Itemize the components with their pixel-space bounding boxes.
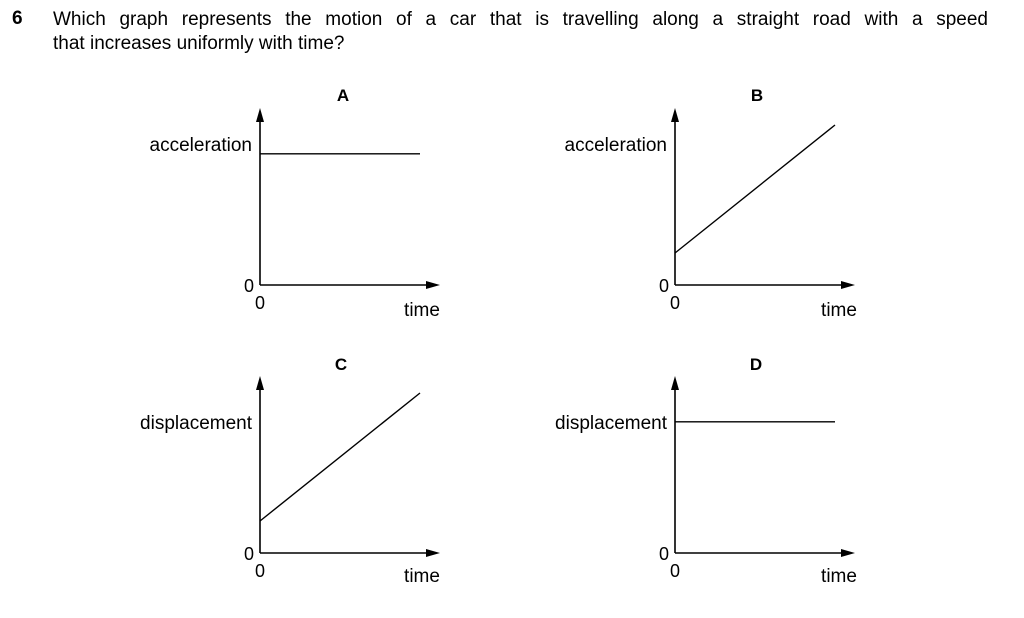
- y-axis-arrow: [671, 108, 679, 122]
- y-axis-arrow: [671, 376, 679, 390]
- y-axis-arrow: [256, 376, 264, 390]
- series-line: [259, 392, 421, 522]
- y-axis-arrow: [256, 108, 264, 122]
- x-axis-label: time: [821, 300, 857, 321]
- graph-title: B: [751, 86, 763, 105]
- y-axis-label: displacement: [555, 413, 668, 434]
- x-axis-label: time: [404, 300, 440, 321]
- y-origin-label: 0: [659, 276, 669, 296]
- graph-a: Aacceleration time 00: [150, 86, 440, 321]
- graph-c: Cdisplacement time 00: [140, 355, 440, 587]
- y-origin-label: 0: [659, 544, 669, 564]
- y-origin-label: 0: [244, 544, 254, 564]
- graph-title: C: [335, 355, 347, 374]
- x-origin-label: 0: [670, 561, 680, 581]
- x-axis-arrow: [841, 549, 855, 557]
- graph-b: Bacceleration time 00: [565, 86, 857, 321]
- x-axis-label: time: [404, 566, 440, 587]
- x-axis-arrow: [426, 549, 440, 557]
- x-axis-arrow: [841, 281, 855, 289]
- answer-graphs: Aaccelerationtime00Baccelerationtime00Cd…: [140, 86, 857, 587]
- x-axis-label: time: [821, 566, 857, 587]
- graph-title: A: [337, 86, 349, 105]
- graph-title: D: [750, 355, 762, 374]
- graph-d: Ddisplacement time 00: [555, 355, 857, 587]
- x-origin-label: 0: [670, 293, 680, 313]
- series-line: [674, 124, 836, 254]
- y-axis-label: acceleration: [150, 135, 252, 156]
- x-origin-label: 0: [255, 293, 265, 313]
- x-axis-arrow: [426, 281, 440, 289]
- x-origin-label: 0: [255, 561, 265, 581]
- y-axis-label: displacement: [140, 413, 253, 434]
- y-axis-label: acceleration: [565, 135, 667, 156]
- y-origin-label: 0: [244, 276, 254, 296]
